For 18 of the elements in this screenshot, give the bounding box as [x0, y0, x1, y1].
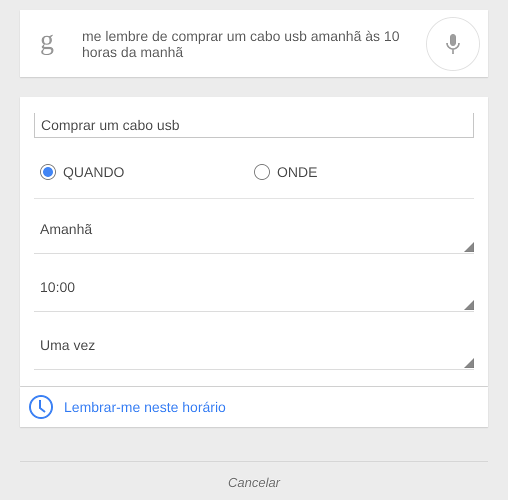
- radio-label: ONDE: [277, 164, 318, 180]
- search-query: me lembre de comprar um cabo usb amanhã às 10 horas da manhã: [82, 28, 400, 60]
- radio-label: QUANDO: [63, 164, 124, 180]
- remind-link[interactable]: Lembrar-me neste horário: [64, 399, 226, 415]
- microphone-icon: [445, 32, 461, 54]
- clock-icon: [28, 394, 54, 420]
- radio-button[interactable]: [40, 164, 56, 180]
- radio-button[interactable]: [254, 164, 270, 180]
- dropdown-corner-icon: [464, 300, 474, 310]
- title-field[interactable]: Comprar um cabo usb: [34, 113, 474, 138]
- dropdown-corner-icon: [464, 358, 474, 368]
- search-logo: g: [40, 24, 55, 56]
- dropdown-field[interactable]: 10:00: [34, 259, 474, 312]
- dropdown-corner-icon: [464, 242, 474, 252]
- microphone-button[interactable]: [426, 16, 480, 70]
- dropdown-field[interactable]: Amanhã: [34, 201, 474, 254]
- cancel-button[interactable]: Cancelar: [222, 474, 286, 491]
- dropdown-field[interactable]: Uma vez: [34, 317, 474, 370]
